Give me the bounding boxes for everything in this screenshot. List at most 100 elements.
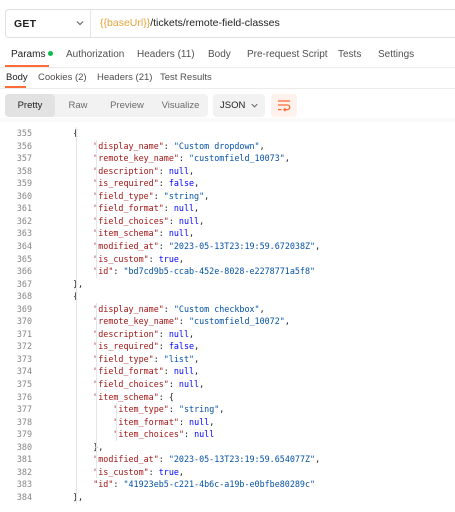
json-punctuation: , (284, 153, 290, 164)
json-punctuation: : (168, 215, 179, 226)
code-line: 359 "is_required": false, (0, 177, 455, 190)
view-pretty-button[interactable]: Pretty (5, 94, 55, 117)
json-key: "is_custom" (93, 253, 149, 264)
code-line: 377 "item_type": "string", (0, 403, 455, 416)
json-punctuation: : (158, 454, 169, 465)
code-text: "is_required": false, (93, 340, 199, 353)
url-path: /tickets/remote-field-classes (150, 17, 280, 29)
json-punctuation: : (163, 140, 174, 151)
code-text: "field_format": null, (93, 202, 199, 215)
http-method-select[interactable]: GET (14, 19, 36, 30)
code-line: 366 "id": "bd7cd9b5-ccab-452e-8028-e22787… (0, 265, 455, 278)
json-punctuation: }, (73, 278, 84, 289)
code-line: 362 "field_choices": null, (0, 215, 455, 228)
json-punctuation: : (163, 203, 174, 214)
json-punctuation: , (189, 228, 195, 239)
code-text: "id": "41923eb5-c221-4b6c-a19b-e0bfbe802… (93, 478, 315, 491)
line-number: 376 (16, 391, 32, 402)
response-body-viewer[interactable]: 355{356 "display_name": "Custom dropdown"… (0, 122, 455, 512)
response-tab-test-results[interactable]: Test Results (160, 72, 212, 84)
code-line: 372 "is_required": false, (0, 340, 455, 353)
code-line: 370 "remote_key_name": "customfield_10072… (0, 315, 455, 328)
json-punctuation: , (219, 404, 225, 415)
wrap-lines-button[interactable] (271, 94, 297, 117)
json-punctuation: : (153, 190, 164, 201)
code-text: "remote_key_name": "customfield_10073", (93, 152, 290, 165)
divider (0, 67, 455, 68)
json-punctuation: : (113, 266, 124, 277)
json-string: "list" (163, 353, 195, 364)
json-key: "item_format" (113, 416, 179, 427)
response-tab-headers[interactable]: Headers (21) (97, 72, 152, 84)
line-number: 361 (16, 203, 32, 214)
response-tab-cookies[interactable]: Cookies (2) (38, 72, 87, 84)
tab-authorization[interactable]: Authorization (66, 49, 124, 61)
json-punctuation: , (194, 353, 200, 364)
code-text: "field_choices": null, (93, 215, 204, 228)
response-tab-body[interactable]: Body (6, 72, 28, 84)
url-bar: GET {{baseUrl}}/tickets/remote-field-cla… (5, 9, 455, 38)
json-literal: true (158, 466, 179, 477)
json-punctuation: , (259, 140, 265, 151)
line-number: 355 (16, 128, 32, 138)
view-preview-button[interactable]: Preview (101, 94, 153, 117)
json-key: "item_choices" (113, 429, 184, 440)
code-text: "field_format": null, (93, 365, 199, 378)
json-key: "remote_key_name" (93, 316, 179, 327)
json-punctuation: : (183, 429, 195, 440)
line-number: 357 (16, 153, 32, 164)
tab-params[interactable]: Params (11, 49, 54, 61)
json-punctuation: : (158, 328, 169, 339)
json-string: "Custom checkbox" (173, 303, 260, 314)
code-line: 361 "field_format": null, (0, 202, 455, 215)
code-line: 378 "item_format": null, (0, 416, 455, 429)
tab-settings[interactable]: Settings (378, 49, 414, 61)
line-number: 364 (16, 240, 32, 251)
json-key: "remote_key_name" (93, 153, 179, 164)
json-string: "customfield_10073" (189, 153, 285, 164)
json-punctuation: , (194, 366, 200, 377)
indent-guide (96, 139, 98, 278)
code-line: 364 "modified_at": "2023-05-13T23:19:59.6… (0, 240, 455, 253)
json-literal: null (168, 165, 190, 176)
view-raw-button[interactable]: Raw (55, 94, 101, 117)
line-number: 363 (16, 228, 32, 239)
json-string: "2023-05-13T23:19:59.672038Z" (168, 240, 316, 251)
json-punctuation: }, (93, 441, 104, 452)
view-visualize-button[interactable]: Visualize (153, 94, 208, 117)
tab-headers[interactable]: Headers (11) (137, 49, 195, 61)
tab-body[interactable]: Body (208, 49, 231, 61)
line-number: 372 (16, 341, 32, 352)
code-line: 358 "description": null, (0, 165, 455, 178)
json-punctuation: , (199, 215, 205, 226)
line-number: 365 (16, 253, 32, 264)
json-string: "2023-05-13T23:19:59.654077Z" (168, 454, 316, 465)
format-select[interactable]: JSON (213, 94, 265, 117)
tab-tests[interactable]: Tests (338, 49, 361, 61)
line-number: 369 (16, 303, 32, 314)
json-punctuation: , (194, 178, 200, 189)
code-text: "display_name": "Custom dropdown", (93, 140, 264, 153)
json-literal: null (173, 366, 195, 377)
json-punctuation: , (194, 203, 200, 214)
code-line: 367}, (0, 278, 455, 291)
json-punctuation: , (189, 165, 195, 176)
code-text: "item_schema": null, (93, 227, 194, 240)
json-literal: null (189, 416, 210, 427)
code-text: }, (73, 491, 83, 504)
line-number: 378 (16, 416, 32, 427)
json-key: "is_required" (93, 341, 159, 352)
json-punctuation: , (315, 240, 321, 251)
chevron-down-icon[interactable] (74, 17, 86, 29)
json-punctuation: , (194, 341, 200, 352)
json-literal: null (194, 429, 215, 440)
json-literal: null (173, 203, 195, 214)
url-input[interactable]: {{baseUrl}}/tickets/remote-field-classes (100, 17, 280, 29)
json-key: "id" (93, 479, 114, 490)
json-punctuation: : (163, 366, 174, 377)
code-text: "remote_key_name": "customfield_10072", (93, 315, 290, 328)
tab-pre-request-script[interactable]: Pre-request Script (247, 49, 328, 61)
indent-guide (116, 403, 118, 441)
code-text: "modified_at": "2023-05-13T23:19:59.6540… (93, 453, 320, 466)
json-punctuation: , (204, 190, 210, 201)
